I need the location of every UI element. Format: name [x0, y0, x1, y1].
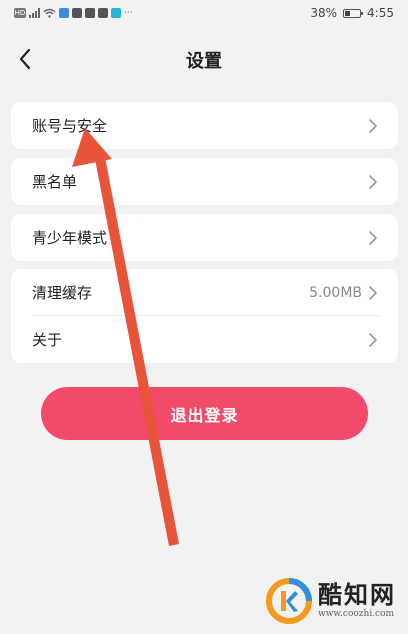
row-label: 青少年模式 [32, 229, 108, 247]
app-icon-1 [72, 8, 82, 18]
q-app-icon [111, 8, 121, 18]
card-account: 账号与安全 [11, 102, 398, 149]
row-label: 清理缓存 [32, 284, 93, 302]
row-about[interactable]: 关于 [11, 316, 398, 363]
hd-icon: HD [14, 8, 26, 18]
clock: 4:55 [367, 6, 394, 20]
card-misc: 清理缓存 5.00MB 关于 [11, 269, 398, 363]
more-indicator: ··· [124, 8, 133, 18]
settings-screen: HD ··· 38% 4:55 设置 账号与安全 黑名单 青少年模式 清理缓存 … [0, 0, 408, 634]
page-title: 设置 [186, 51, 222, 72]
status-bar: HD ··· 38% 4:55 [0, 0, 408, 26]
row-label: 账号与安全 [32, 117, 108, 135]
chevron-right-icon [368, 118, 380, 134]
status-right: 38% 4:55 [310, 6, 394, 20]
shield-app-icon [98, 8, 108, 18]
battery-icon [343, 8, 364, 18]
logout-button[interactable]: 退出登录 [41, 387, 368, 440]
row-clear-cache[interactable]: 清理缓存 5.00MB [11, 269, 398, 316]
status-icons: HD ··· [14, 8, 133, 18]
watermark-url: www.coozhi.com [318, 609, 395, 619]
row-label: 关于 [32, 331, 63, 349]
signal-icon [29, 8, 40, 18]
chevron-right-icon [368, 230, 380, 246]
row-label: 黑名单 [32, 173, 78, 191]
row-account-security[interactable]: 账号与安全 [11, 102, 398, 149]
nav-bar: 设置 [0, 38, 408, 82]
watermark-name: 酷知网 [318, 581, 396, 609]
card-blacklist: 黑名单 [11, 158, 398, 205]
chevron-right-icon [368, 174, 380, 190]
watermark: 酷知网 www.coozhi.com [266, 578, 396, 624]
mail-icon [85, 8, 95, 18]
watermark-text: 酷知网 www.coozhi.com [318, 582, 396, 620]
chevron-right-icon [368, 285, 380, 301]
cache-size: 5.00MB [309, 284, 362, 301]
coozhi-logo-icon [266, 578, 312, 624]
battery-fill [345, 10, 351, 16]
row-blacklist[interactable]: 黑名单 [11, 158, 398, 205]
p-app-icon [59, 8, 69, 18]
wifi-icon [43, 8, 56, 18]
card-teen-mode: 青少年模式 [11, 214, 398, 261]
chevron-right-icon [368, 332, 380, 348]
battery-percent: 38% [310, 6, 338, 20]
row-teen-mode[interactable]: 青少年模式 [11, 214, 398, 261]
